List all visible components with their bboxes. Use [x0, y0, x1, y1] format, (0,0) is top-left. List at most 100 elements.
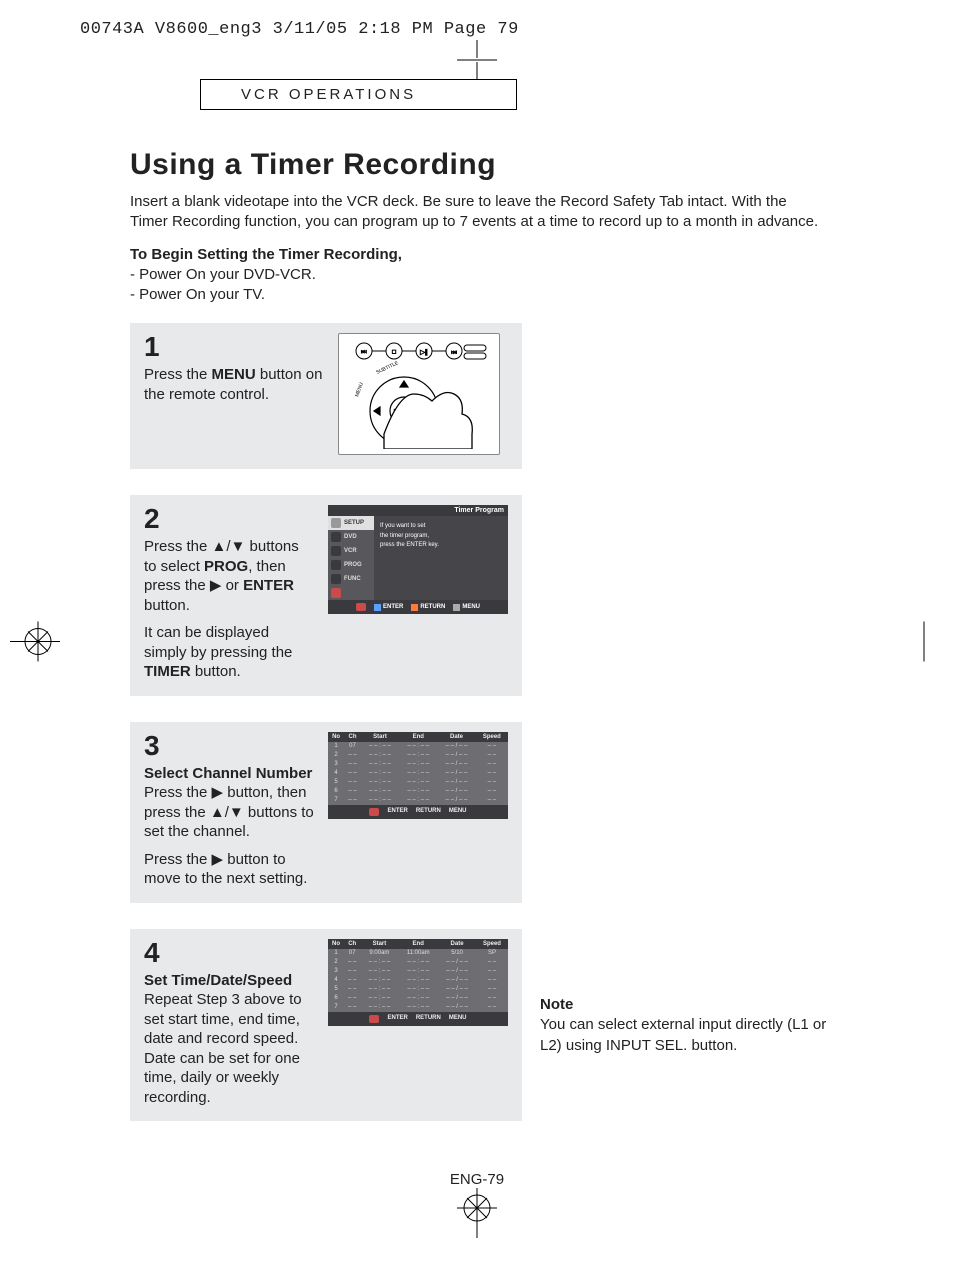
step-text: It can be displayed simply by pressing t… — [144, 624, 292, 661]
table-cell: 3 — [328, 760, 344, 769]
th-start: Start — [361, 732, 399, 742]
table-cell: – – : – – — [399, 787, 437, 796]
step-number: 4 — [144, 939, 314, 967]
table-cell: 9:00am — [360, 949, 398, 958]
remote-icon — [369, 1015, 379, 1023]
osd-sidebar-item: FUNC — [328, 572, 374, 586]
table-cell: – – — [476, 751, 508, 760]
crop-mark-left-icon — [10, 622, 60, 667]
step-number: 1 — [144, 333, 324, 361]
footer-label: ENTER — [383, 604, 403, 610]
table-cell: – – / – – — [437, 742, 475, 751]
table-cell: 2 — [328, 751, 344, 760]
table-cell: – – — [476, 976, 508, 985]
osd-sidebar-item — [328, 586, 374, 600]
step-text: Press the ▶ button, then press the ▲/▼ b… — [144, 783, 314, 842]
th-start: Start — [360, 939, 398, 949]
osd-sidebar-item: VCR — [328, 544, 374, 558]
step-text: Press the ▶ button to move to the next s… — [144, 850, 314, 889]
table-cell: – – : – – — [398, 1003, 438, 1012]
remote-icon — [356, 603, 366, 611]
table-row: 5– –– – : – –– – : – –– – / – –– – — [328, 778, 508, 787]
svg-text:⏮: ⏮ — [361, 350, 367, 356]
th-speed: Speed — [476, 732, 508, 742]
print-slugline: 00743A V8600_eng3 3/11/05 2:18 PM Page 7… — [80, 20, 894, 39]
step-text: Date can be set for one time, daily or w… — [144, 1049, 314, 1108]
section-label: VCR OPERATIONS — [200, 79, 517, 110]
table-cell: 11:00am — [398, 949, 438, 958]
th-no: No — [328, 732, 344, 742]
note-text: You can select external input directly (… — [540, 1015, 840, 1056]
table-cell: – – : – – — [361, 742, 399, 751]
table-cell: – – — [476, 742, 508, 751]
table-cell: 4 — [328, 769, 344, 778]
return-key-icon — [411, 604, 418, 611]
footer-label: MENU — [449, 808, 467, 814]
table-cell: – – / – – — [438, 985, 476, 994]
footer-label: MENU — [462, 604, 480, 610]
table-cell: – – : – – — [398, 967, 438, 976]
clock-icon — [331, 560, 341, 570]
svg-text:▶∥: ▶∥ — [420, 349, 428, 356]
begin-heading: To Begin Setting the Timer Recording, — [130, 245, 824, 265]
osd-item-label: PROG — [344, 562, 362, 568]
table-cell: – – / – – — [438, 1003, 476, 1012]
th-no: No — [328, 939, 344, 949]
table-cell: – – — [476, 967, 508, 976]
th-date: Date — [438, 939, 476, 949]
timer-table-screenshot: No Ch Start End Date Speed 1079:00am11:0… — [328, 939, 508, 1026]
osd-pane-line: the timer program, — [380, 532, 502, 542]
table-cell: – – — [344, 769, 361, 778]
table-cell: SP — [476, 949, 508, 958]
table-row: 4– –– – : – –– – : – –– – / – –– – — [328, 769, 508, 778]
table-cell: – – — [344, 994, 361, 1003]
table-cell: – – : – – — [360, 958, 398, 967]
crop-mark-right-icon — [904, 622, 944, 667]
footer-label: RETURN — [416, 808, 441, 814]
step-number: 2 — [144, 505, 314, 533]
th-end: End — [399, 732, 437, 742]
step-text: Repeat Step 3 above to set start time, e… — [144, 990, 314, 1049]
table-cell: – – — [344, 778, 361, 787]
table-cell: – – — [344, 1003, 361, 1012]
osd-sidebar-item: DVD — [328, 530, 374, 544]
table-row: 6– –– – : – –– – : – –– – / – –– – — [328, 994, 508, 1003]
timer-word: TIMER — [144, 663, 191, 680]
table-cell: – – : – – — [399, 778, 437, 787]
menu-key-icon — [453, 604, 460, 611]
table-cell: – – — [476, 958, 508, 967]
step-text: button. — [144, 597, 190, 614]
table-cell: – – — [344, 985, 361, 994]
table-cell: – – / – – — [437, 760, 475, 769]
table-row: 1079:00am11:00am5/10SP — [328, 949, 508, 958]
table-cell: – – — [476, 1003, 508, 1012]
th-speed: Speed — [476, 939, 508, 949]
step-2: 2 Press the ▲/▼ buttons to select PROG, … — [130, 495, 522, 696]
osd-menu-screenshot: Timer Program SETUP DVD VCR PROG FUNC If… — [328, 505, 508, 614]
osd-pane-line: If you want to set — [380, 522, 502, 532]
footer-label: ENTER — [387, 808, 407, 814]
enter-word: ENTER — [243, 577, 294, 594]
table-cell: – – / – – — [437, 778, 475, 787]
table-cell: – – : – – — [398, 985, 438, 994]
table-cell: – – : – – — [360, 976, 398, 985]
table-row: 3– –– – : – –– – : – –– – / – –– – — [328, 760, 508, 769]
timer-table: No Ch Start End Date Speed 1079:00am11:0… — [328, 939, 508, 1012]
table-cell: – – / – – — [437, 796, 475, 805]
table-cell: – – : – – — [399, 769, 437, 778]
footer-label: RETURN — [416, 1015, 441, 1021]
table-cell: – – / – – — [438, 967, 476, 976]
table-row: 107– – : – –– – : – –– – / – –– – — [328, 742, 508, 751]
table-cell: – – / – – — [437, 769, 475, 778]
table-cell: 3 — [328, 967, 344, 976]
osd-footer: ENTER RETURN MENU — [328, 600, 508, 614]
remote-icon — [369, 808, 379, 816]
table-cell: – – : – – — [398, 976, 438, 985]
remote-icon — [331, 588, 341, 598]
table-cell: – – / – – — [438, 976, 476, 985]
crop-mark-bottom-icon — [457, 1188, 497, 1228]
footer-label: MENU — [449, 1015, 467, 1021]
enter-key-icon — [374, 604, 381, 611]
osd-pane: If you want to set the timer program, pr… — [374, 516, 508, 600]
table-cell: – – : – – — [361, 796, 399, 805]
